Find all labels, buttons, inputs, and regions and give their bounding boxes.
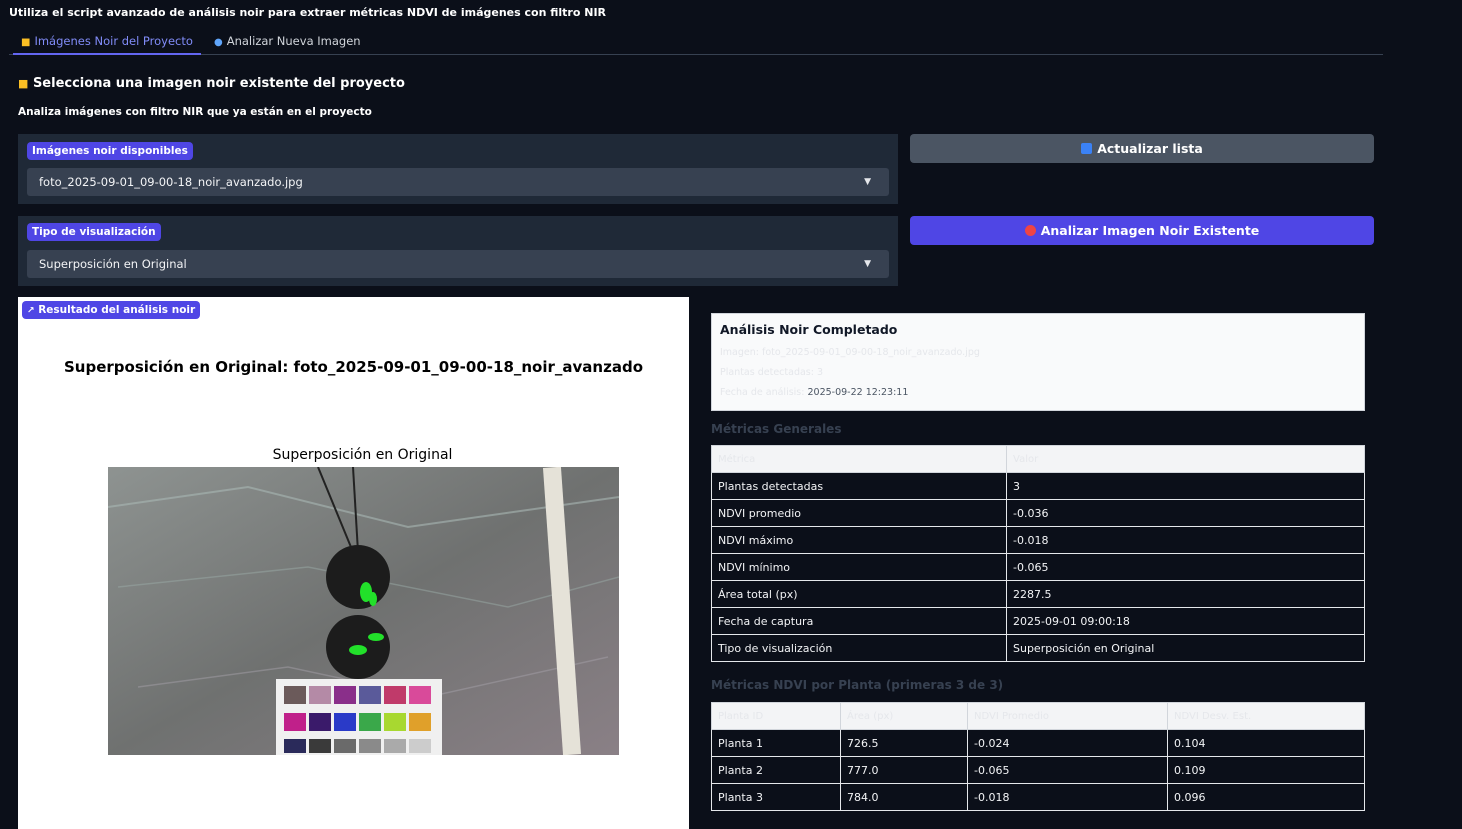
table-cell: 0.096	[1167, 783, 1365, 811]
red-circle-icon	[1024, 225, 1036, 236]
section-subtitle: Analiza imágenes con filtro NIR que ya e…	[18, 106, 372, 118]
table-cell: 3	[1006, 472, 1365, 500]
section-title: ■ Selecciona una imagen noir existente d…	[18, 76, 405, 91]
summary-image-line: Imagen: foto_2025-09-01_09-00-18_noir_av…	[720, 347, 980, 358]
table-cell: -0.065	[1006, 553, 1365, 581]
table-cell: Planta 3	[711, 783, 841, 811]
table-cell: -0.024	[967, 729, 1168, 757]
overlay-photo	[108, 467, 619, 755]
table-cell: NDVI máximo	[711, 526, 1007, 554]
table-row: Planta 1 726.5 -0.024 0.104	[711, 729, 1365, 757]
table-cell: -0.018	[1006, 526, 1365, 554]
summary-title: Análisis Noir Completado	[720, 322, 898, 337]
column-header: Área (px)	[840, 702, 968, 730]
image-select-dropdown[interactable]: foto_2025-09-01_09-00-18_noir_avanzado.j…	[27, 168, 889, 196]
summary-plants-line: Plantas detectadas: 3	[720, 367, 824, 378]
table-cell: NDVI mínimo	[711, 553, 1007, 581]
viz-select-panel: Tipo de visualización Superposición en O…	[18, 216, 898, 286]
table-cell: -0.036	[1006, 499, 1365, 527]
folder-icon: ■	[21, 37, 31, 48]
analysis-result-image: ↗ Resultado del análisis noir Superposic…	[18, 297, 689, 829]
table-row: NDVI mínimo -0.065	[711, 553, 1365, 581]
chevron-down-icon: ▼	[864, 259, 871, 269]
table-cell: Planta 1	[711, 729, 841, 757]
table-cell: 726.5	[840, 729, 968, 757]
table-cell: Planta 2	[711, 756, 841, 784]
table-cell: NDVI promedio	[711, 499, 1007, 527]
viz-select-dropdown[interactable]: Superposición en Original ▼	[27, 250, 889, 278]
table-row: Planta 2 777.0 -0.065 0.109	[711, 756, 1365, 784]
plant-overlay-graphic	[108, 467, 619, 755]
column-header: Planta ID	[711, 702, 841, 730]
tab-bar: ■ Imágenes Noir del Proyecto ● Analizar Nu…	[9, 30, 1383, 55]
plant-metrics-table: Planta ID Área (px) NDVI Promedio NDVI D…	[711, 702, 1365, 811]
table-row: Fecha de captura 2025-09-01 09:00:18	[711, 607, 1365, 635]
table-row: Plantas detectadas 3	[711, 472, 1365, 500]
table-row: Tipo de visualización Superposición en Or…	[711, 634, 1365, 662]
general-metrics-table: Métrica Valor Plantas detectadas 3 NDVI p…	[711, 445, 1365, 662]
image-select-value: foto_2025-09-01_09-00-18_noir_avanzado.j…	[39, 175, 303, 189]
table-header-row: Métrica Valor	[711, 445, 1365, 473]
column-header: NDVI Desv. Est.	[1167, 702, 1365, 730]
analyze-existing-button[interactable]: Analizar Imagen Noir Existente	[910, 216, 1374, 245]
table-row: Planta 3 784.0 -0.018 0.096	[711, 783, 1365, 811]
column-header: Valor	[1006, 445, 1365, 473]
viz-select-label: Tipo de visualización	[27, 223, 161, 241]
summary-date-line: Fecha de análisis: 2025-09-22 12:23:11	[720, 387, 909, 398]
image-select-panel: Imágenes noir disponibles foto_2025-09-0…	[18, 134, 898, 204]
folder-icon: ■	[18, 77, 29, 90]
table-cell: Plantas detectadas	[711, 472, 1007, 500]
general-metrics-heading: Métricas Generales	[711, 422, 842, 436]
table-cell: 784.0	[840, 783, 968, 811]
table-cell: Fecha de captura	[711, 607, 1007, 635]
table-cell: 2025-09-01 09:00:18	[1006, 607, 1365, 635]
column-header: Métrica	[711, 445, 1007, 473]
plant-metrics-heading: Métricas NDVI por Planta (primeras 3 de …	[711, 678, 1004, 692]
table-row: NDVI máximo -0.018	[711, 526, 1365, 554]
refresh-icon	[1081, 143, 1093, 154]
table-row: Área total (px) 2287.5	[711, 580, 1365, 608]
table-cell: -0.065	[967, 756, 1168, 784]
analysis-summary-box: Análisis Noir Completado Imagen: foto_20…	[711, 313, 1365, 411]
subplot-title: Superposición en Original	[272, 447, 453, 463]
table-cell: 777.0	[840, 756, 968, 784]
column-header: NDVI Promedio	[967, 702, 1168, 730]
table-row: NDVI promedio -0.036	[711, 499, 1365, 527]
table-cell: Tipo de visualización	[711, 634, 1007, 662]
table-cell: Superposición en Original	[1006, 634, 1365, 662]
viz-select-value: Superposición en Original	[39, 257, 187, 271]
app-description: Utiliza el script avanzado de análisis n…	[9, 6, 607, 19]
table-cell: 2287.5	[1006, 580, 1365, 608]
table-cell: -0.018	[967, 783, 1168, 811]
chart-icon: ↗	[27, 306, 35, 316]
result-label: ↗ Resultado del análisis noir	[22, 301, 201, 319]
table-header-row: Planta ID Área (px) NDVI Promedio NDVI D…	[711, 702, 1365, 730]
tab-project-images[interactable]: ■ Imágenes Noir del Proyecto	[13, 30, 201, 55]
table-cell: Área total (px)	[711, 580, 1007, 608]
table-cell: 0.109	[1167, 756, 1365, 784]
chevron-down-icon: ▼	[864, 177, 871, 187]
image-select-label: Imágenes noir disponibles	[27, 142, 193, 160]
figure-title: Superposición en Original: foto_2025-09-…	[64, 358, 643, 376]
refresh-list-button[interactable]: Actualizar lista	[910, 134, 1374, 163]
magnifier-icon: ●	[214, 37, 223, 48]
table-cell: 0.104	[1167, 729, 1365, 757]
tab-analyze-new[interactable]: ● Analizar Nueva Imagen	[206, 30, 369, 53]
